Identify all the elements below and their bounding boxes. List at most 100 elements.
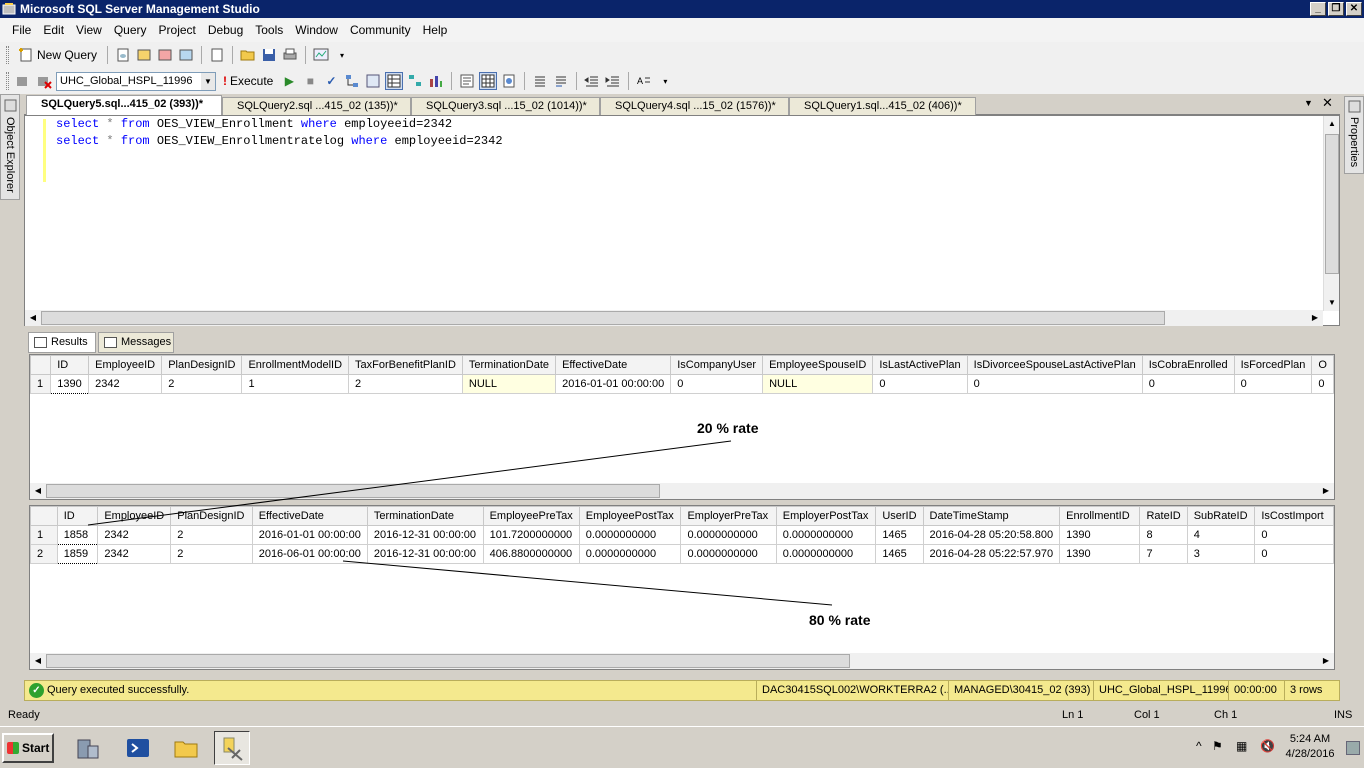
tab-sqlquery2[interactable]: SQLQuery2.sql ...415_02 (135))*	[222, 97, 411, 115]
column-header[interactable]: IsDivorceeSpouseLastActivePlan	[966, 355, 1143, 375]
table-cell[interactable]: 1858	[56, 525, 99, 545]
results-to-text-icon[interactable]	[458, 72, 476, 90]
table-cell[interactable]: 1	[241, 374, 350, 394]
increase-indent-icon[interactable]	[604, 72, 622, 90]
menu-project[interactable]: Project	[153, 23, 202, 37]
table-row[interactable]: 1 1390 2342 2 1 2 NULL 2016-01-01 00:00:00 0 NULL…	[30, 374, 1334, 394]
column-header[interactable]: IsCostImport	[1254, 506, 1334, 526]
new-query-button[interactable]: New Query	[14, 45, 101, 65]
disconnect-icon[interactable]	[35, 72, 53, 90]
table-cell[interactable]: 1465	[875, 525, 924, 545]
column-header[interactable]: IsCobraEnrolled	[1141, 355, 1235, 375]
column-header[interactable]: EmployerPostTax	[775, 506, 877, 526]
scroll-right-icon[interactable]: ▶	[1307, 310, 1323, 326]
query-designer-icon[interactable]	[364, 72, 382, 90]
comment-lines-icon[interactable]	[531, 72, 549, 90]
parse-checkmark-icon[interactable]: ✓	[322, 72, 340, 90]
scroll-right-icon[interactable]: ▶	[1318, 483, 1334, 499]
table-cell[interactable]: 0	[872, 374, 968, 394]
column-header[interactable]: IsCompanyUser	[670, 355, 764, 375]
column-header[interactable]: EmployeeSpouseID	[762, 355, 874, 375]
column-header[interactable]: IsLastActivePlan	[872, 355, 968, 375]
menu-edit[interactable]: Edit	[37, 23, 70, 37]
results-grid-active-icon[interactable]	[479, 72, 498, 90]
scroll-up-icon[interactable]: ▲	[1324, 116, 1340, 132]
uncomment-lines-icon[interactable]	[552, 72, 570, 90]
column-header[interactable]: PlanDesignID	[161, 355, 243, 375]
file-explorer-icon[interactable]	[168, 731, 204, 765]
chevron-down-icon[interactable]: ▼	[201, 72, 215, 90]
specify-template-values-icon[interactable]: A	[635, 72, 653, 90]
table-cell[interactable]: 0	[966, 374, 1143, 394]
menu-file[interactable]: File	[6, 23, 37, 37]
column-header[interactable]: EnrollmentModelID	[241, 355, 350, 375]
cancel-query-icon[interactable]: ■	[301, 72, 319, 90]
table-cell[interactable]: 0	[670, 374, 764, 394]
table-cell[interactable]: 2016-06-01 00:00:00	[251, 544, 368, 564]
sql-editor[interactable]: select * from OES_VIEW_Enrollment where …	[24, 115, 1340, 326]
tab-sqlquery3[interactable]: SQLQuery3.sql ...15_02 (1014))*	[411, 97, 600, 115]
grid1-horizontal-scrollbar[interactable]: ◀ ▶	[30, 483, 1334, 499]
server-manager-icon[interactable]	[70, 731, 106, 765]
table-cell[interactable]: 1390	[1059, 525, 1141, 545]
toolbar-overflow-icon[interactable]: ▾	[333, 46, 351, 64]
column-header[interactable]: TerminationDate	[366, 506, 484, 526]
results-to-grid-icon[interactable]	[385, 72, 404, 90]
analysis-dmx-query-icon[interactable]	[156, 46, 174, 64]
row-number-header[interactable]	[30, 506, 58, 526]
sql-code[interactable]: select * from OES_VIEW_Enrollment where …	[56, 116, 503, 150]
table-cell[interactable]: 0	[1254, 525, 1334, 545]
client-statistics-icon[interactable]	[427, 72, 445, 90]
database-select[interactable]: UHC_Global_HSPL_11996 ▼	[56, 71, 216, 91]
tab-sqlquery4[interactable]: SQLQuery4.sql ...15_02 (1576))*	[600, 97, 789, 115]
table-cell[interactable]: 4	[1186, 525, 1256, 545]
column-header[interactable]: SubRateID	[1186, 506, 1256, 526]
table-cell[interactable]: 3	[1186, 544, 1256, 564]
table-cell[interactable]: 0	[1311, 374, 1334, 394]
execute-button[interactable]: ! Execute	[219, 71, 277, 91]
connect-icon[interactable]	[14, 72, 32, 90]
activity-monitor-icon[interactable]	[312, 46, 330, 64]
tab-results[interactable]: Results	[28, 332, 96, 353]
debug-play-icon[interactable]: ▶	[280, 72, 298, 90]
show-hidden-icons-icon[interactable]: ^	[1196, 739, 1202, 753]
scroll-thumb[interactable]	[1325, 134, 1339, 274]
xmla-query-icon[interactable]	[177, 46, 195, 64]
column-header[interactable]: TerminationDate	[461, 355, 557, 375]
include-plan-icon[interactable]	[406, 72, 424, 90]
table-cell[interactable]: 2016-04-28 05:20:58.800	[922, 525, 1061, 545]
scroll-thumb[interactable]	[41, 311, 1165, 325]
menu-view[interactable]: View	[70, 23, 108, 37]
column-header[interactable]: UserID	[875, 506, 924, 526]
table-cell[interactable]: 2	[348, 374, 463, 394]
minimize-button[interactable]: _	[1310, 2, 1326, 16]
row-number[interactable]: 2	[30, 544, 58, 564]
column-header[interactable]: EffectiveDate	[555, 355, 672, 375]
row-number[interactable]: 1	[30, 374, 52, 394]
result-grid-2[interactable]: ID EmployeeID PlanDesignID EffectiveDate Ter…	[29, 505, 1335, 670]
table-cell[interactable]: 0	[1254, 544, 1334, 564]
column-header[interactable]: DateTimeStamp	[922, 506, 1061, 526]
tab-sqlquery5[interactable]: SQLQuery5.sql...415_02 (393))*	[26, 95, 222, 116]
table-cell[interactable]: 0.0000000000	[680, 544, 777, 564]
table-cell[interactable]: 0	[1141, 374, 1235, 394]
system-clock[interactable]: 5:24 AM 4/28/2016	[1280, 732, 1340, 762]
powershell-icon[interactable]	[120, 731, 156, 765]
column-header[interactable]: ID	[50, 355, 90, 375]
decrease-indent-icon[interactable]	[583, 72, 601, 90]
table-cell[interactable]: 101.7200000000	[482, 525, 580, 545]
table-cell[interactable]: 2342	[97, 525, 172, 545]
table-row[interactable]: 2 1859 2342 2 2016-06-01 00:00:00 2016-12-31 …	[30, 544, 1334, 564]
column-header[interactable]: EmployeeID	[97, 506, 172, 526]
column-header[interactable]: IsForcedPlan	[1233, 355, 1313, 375]
menu-debug[interactable]: Debug	[202, 23, 249, 37]
network-icon[interactable]: ▦	[1236, 739, 1247, 753]
compact-query-icon[interactable]	[208, 46, 226, 64]
row-number-header[interactable]	[30, 355, 52, 375]
column-header[interactable]: EmployeeID	[88, 355, 163, 375]
table-cell[interactable]: 0.0000000000	[578, 544, 682, 564]
column-header[interactable]: RateID	[1139, 506, 1188, 526]
table-row[interactable]: 1 1858 2342 2 2016-01-01 00:00:00 2016-12-31 …	[30, 525, 1334, 545]
results-to-file-icon[interactable]	[500, 72, 518, 90]
scroll-thumb[interactable]	[46, 484, 660, 498]
